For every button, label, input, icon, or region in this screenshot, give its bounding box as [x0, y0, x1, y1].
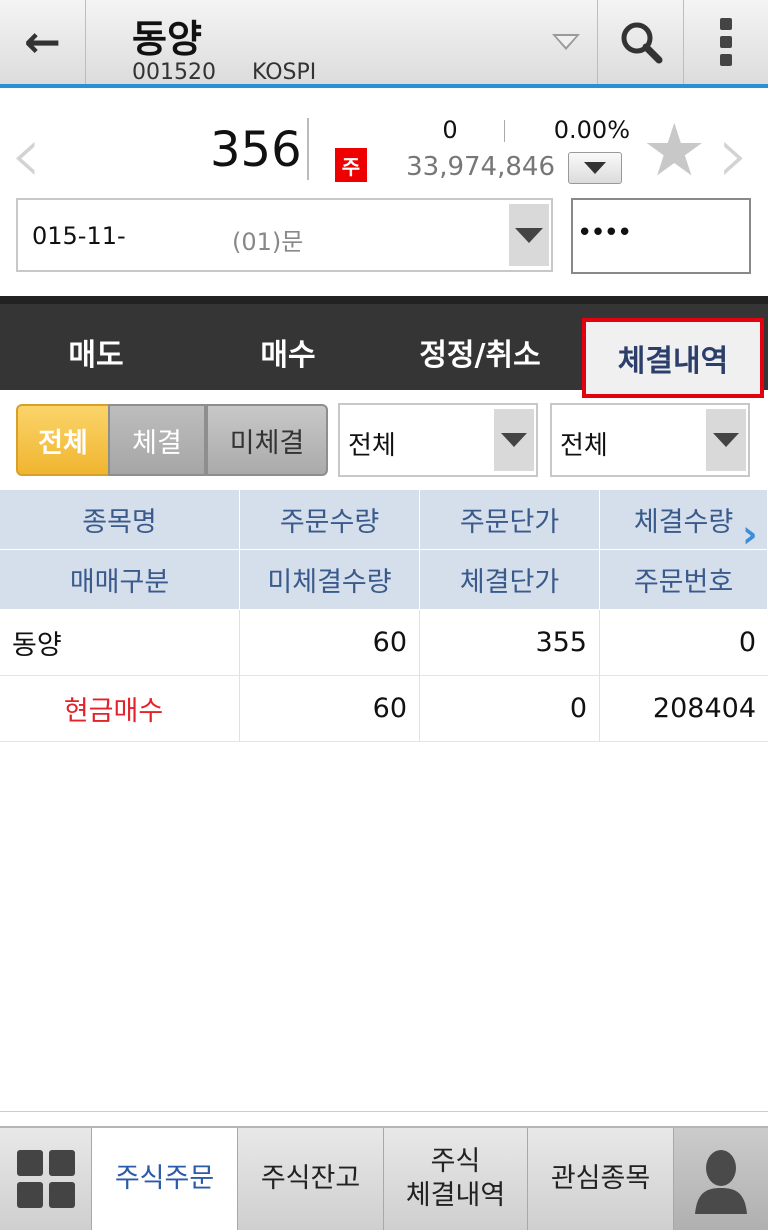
app-header: ← 동양 001520 KOSPI [0, 0, 768, 88]
column-header: 주문수량 [240, 490, 420, 549]
chevron-down-icon[interactable] [552, 34, 580, 50]
next-stock-arrow-icon[interactable]: › [718, 108, 750, 201]
filter-all-button[interactable]: 전체 [16, 404, 110, 476]
column-header: 매매구분 [0, 550, 240, 609]
select-value: 전체 [348, 431, 396, 461]
table-cell: 0 [738, 627, 756, 658]
table-cell: 동양 [0, 610, 240, 675]
password-mask: •••• [577, 218, 632, 248]
chevron-down-icon [501, 433, 527, 447]
search-button[interactable] [598, 0, 684, 84]
column-header: 주문단가 [420, 490, 600, 549]
table-header-row: 종목명 주문수량 주문단가 체결수량 › [0, 490, 768, 556]
column-header: 종목명 [0, 490, 240, 549]
table-cell: 현금매수 [0, 676, 240, 741]
password-field[interactable]: •••• [571, 198, 751, 274]
quote-detail-dropdown[interactable] [568, 152, 622, 184]
table-header-row: 매매구분 미체결수량 체결단가 주문번호 [0, 550, 768, 610]
nav-watchlist[interactable]: 관심종목 [528, 1128, 674, 1230]
table-cell: 208404 [652, 693, 756, 724]
stock-type-badge: 주 [335, 148, 367, 182]
more-menu-button[interactable] [684, 0, 768, 84]
account-number: 015-11- [32, 222, 126, 250]
account-dropdown-button[interactable] [509, 204, 549, 266]
account-type: (01)문 [232, 228, 304, 256]
favorite-star-icon[interactable]: ★ [642, 108, 707, 192]
search-icon [621, 22, 662, 64]
table-cell: 355 [420, 610, 600, 675]
nav-stock-balance[interactable]: 주식잔고 [238, 1128, 384, 1230]
execution-table[interactable]: 종목명 주문수량 주문단가 체결수량 › 매매구분 미체결수량 체결단가 주문번… [0, 490, 768, 1112]
price-change: 0 [442, 116, 458, 144]
tab-buy[interactable]: 매수 [192, 330, 384, 374]
order-tabs: 매도 매수 정정/취소 체결내역 [0, 296, 768, 398]
sort-select[interactable]: 전체 [550, 403, 750, 477]
back-button[interactable]: ← [0, 0, 86, 84]
dropdown-button[interactable] [706, 409, 746, 471]
column-header: 주문번호 [600, 550, 768, 609]
column-header: 미체결수량 [240, 550, 420, 609]
all-menu-button[interactable] [0, 1128, 92, 1230]
stock-market: KOSPI [252, 60, 317, 85]
user-icon [695, 1150, 747, 1214]
nav-stock-order[interactable]: 주식주문 [92, 1128, 238, 1230]
stock-selector[interactable]: 동양 001520 KOSPI [86, 0, 598, 85]
divider [504, 120, 505, 142]
tab-sell[interactable]: 매도 [0, 330, 192, 374]
filter-filled-button[interactable]: 체결 [108, 404, 206, 476]
table-cell: 0 [420, 676, 600, 741]
tab-modify-cancel[interactable]: 정정/취소 [384, 330, 576, 374]
select-value: 전체 [560, 431, 608, 461]
table-cell: 60 [240, 676, 420, 741]
dropdown-button[interactable] [494, 409, 534, 471]
account-select[interactable]: 015-11- (01)문 [16, 198, 553, 272]
stock-code: 001520 [132, 60, 216, 85]
filter-unfilled-button[interactable]: 미체결 [206, 404, 328, 476]
back-arrow-icon: ← [24, 16, 61, 68]
trade-volume: 33,974,846 [406, 152, 555, 182]
previous-stock-arrow-icon[interactable]: ‹ [10, 108, 42, 201]
more-vertical-icon [720, 18, 732, 66]
order-type-select[interactable]: 전체 [338, 403, 538, 477]
chevron-down-icon [584, 162, 606, 174]
column-header: 체결단가 [420, 550, 600, 609]
user-profile-button[interactable] [674, 1128, 768, 1230]
current-price: 356 [210, 122, 302, 178]
divider [307, 118, 309, 180]
table-row[interactable]: 동양 60 355 0 [0, 610, 768, 676]
change-percent: 0.00% [553, 116, 630, 144]
nav-execution-history[interactable]: 주식 체결내역 [384, 1128, 528, 1230]
bottom-navigation: 주식주문 주식잔고 주식 체결내역 관심종목 [0, 1126, 768, 1230]
chevron-down-icon [713, 433, 739, 447]
grid-menu-icon [16, 1150, 75, 1208]
table-cell: 60 [240, 610, 420, 675]
tab-execution-history[interactable]: 체결내역 [582, 318, 764, 398]
table-row[interactable]: 현금매수 60 0 208404 [0, 676, 768, 742]
chevron-down-icon [515, 227, 543, 243]
stock-name: 동양 [132, 17, 202, 61]
